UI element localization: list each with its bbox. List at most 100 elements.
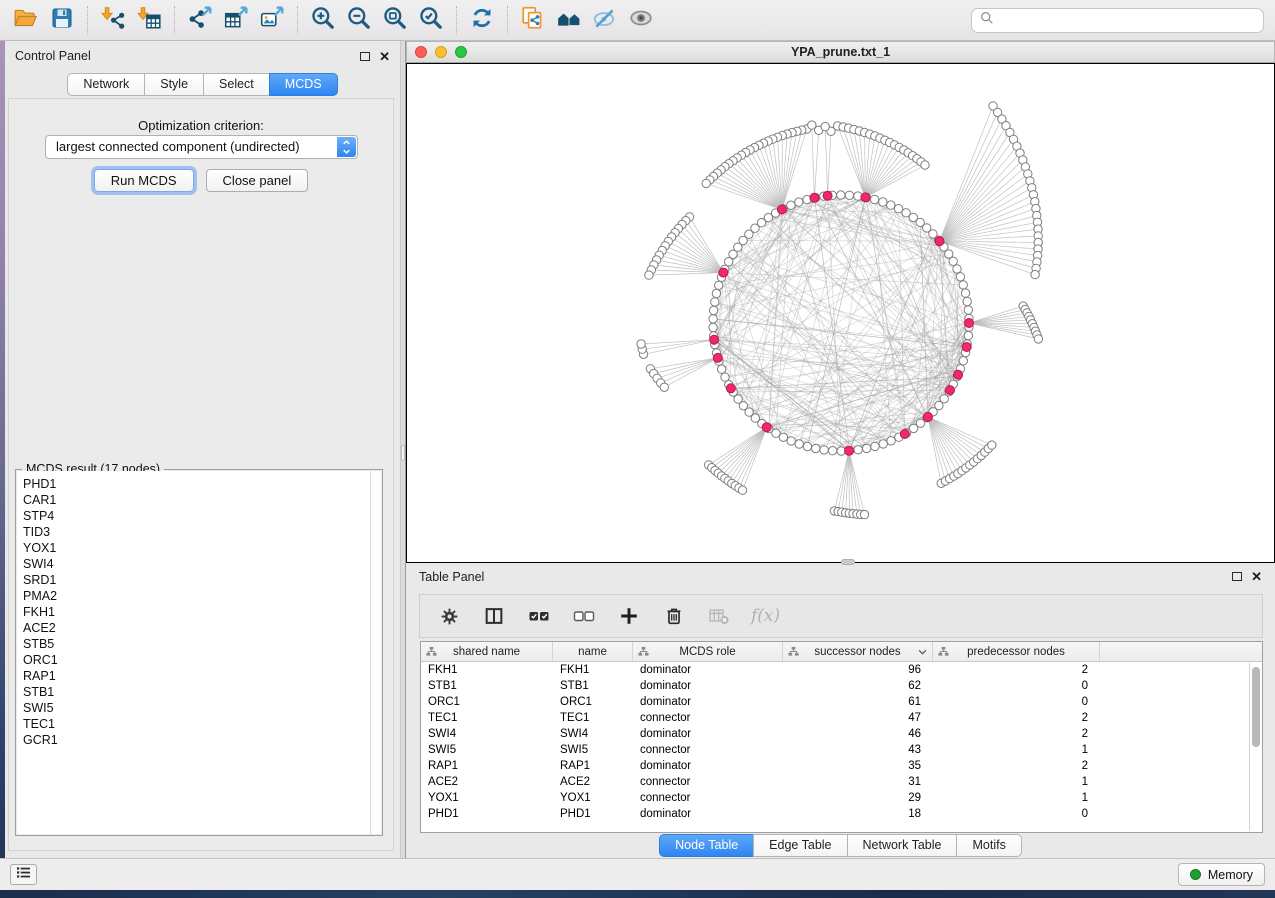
zoom-selected-button[interactable]: [413, 3, 449, 37]
delete-column-button[interactable]: [661, 603, 687, 629]
close-panel-button[interactable]: Close panel: [206, 169, 309, 192]
cytoscape-window: Control Panel ✕ Network Style Select MCD…: [0, 0, 1275, 898]
export-image-icon: [259, 5, 285, 36]
deselect-all-button[interactable]: [571, 603, 597, 629]
mcds-result-item[interactable]: RAP1: [23, 668, 381, 684]
refresh-button[interactable]: [464, 3, 500, 37]
save-session-button[interactable]: [44, 3, 80, 37]
mcds-result-item[interactable]: SRD1: [23, 572, 381, 588]
column-header-predecessor-nodes[interactable]: predecessor nodes: [933, 642, 1100, 661]
task-history-button[interactable]: [10, 864, 37, 885]
add-column-button[interactable]: [616, 603, 642, 629]
node-table-body: FKH1FKH1dominator962STB1STB1dominator620…: [421, 662, 1262, 822]
column-header-shared-name[interactable]: shared name: [421, 642, 553, 661]
table-toolbar: f(x): [419, 594, 1263, 638]
table-row[interactable]: ACE2ACE2connector311: [421, 774, 1262, 790]
table-row[interactable]: TEC1TEC1connector472: [421, 710, 1262, 726]
zoom-fit-button[interactable]: [377, 3, 413, 37]
float-panel-icon[interactable]: [1232, 572, 1242, 581]
table-row[interactable]: YOX1YOX1connector291: [421, 790, 1262, 806]
mcds-result-item[interactable]: SWI5: [23, 700, 381, 716]
mcds-result-item[interactable]: STP4: [23, 508, 381, 524]
mcds-result-item[interactable]: SWI4: [23, 556, 381, 572]
tab-mcds[interactable]: MCDS: [269, 73, 338, 96]
toolbar-separator: [297, 6, 298, 34]
column-header-name[interactable]: name: [553, 642, 633, 661]
criterion-dropdown[interactable]: largest connected component (undirected): [45, 135, 358, 159]
refresh-icon: [469, 5, 495, 36]
table-scrollbar[interactable]: [1249, 663, 1261, 831]
table-row[interactable]: STB1STB1dominator620: [421, 678, 1262, 694]
export-image-button[interactable]: [254, 3, 290, 37]
column-header-successor-nodes[interactable]: successor nodes: [783, 642, 933, 661]
delete-table-button-disabled: [706, 603, 732, 629]
run-mcds-button[interactable]: Run MCDS: [94, 169, 194, 192]
hide-selected-button[interactable]: [587, 3, 623, 37]
export-table-button[interactable]: [218, 3, 254, 37]
close-panel-icon[interactable]: ✕: [1251, 570, 1262, 583]
table-settings-button[interactable]: [436, 603, 462, 629]
panel-splitter-horizontal[interactable]: [841, 559, 855, 565]
tab-motifs[interactable]: Motifs: [956, 834, 1021, 857]
search-box[interactable]: [971, 8, 1264, 33]
float-panel-icon[interactable]: [360, 52, 370, 61]
mcds-result-item[interactable]: ACE2: [23, 620, 381, 636]
mcds-result-item[interactable]: PHD1: [23, 476, 381, 492]
main-toolbar: [0, 0, 1275, 41]
tab-edge-table[interactable]: Edge Table: [753, 834, 847, 857]
memory-button[interactable]: Memory: [1178, 863, 1265, 886]
tab-node-table[interactable]: Node Table: [659, 834, 754, 857]
mcds-result-item[interactable]: GCR1: [23, 732, 381, 748]
mcds-result-scrollbar[interactable]: [370, 471, 381, 834]
zoom-fit-icon: [382, 5, 408, 36]
table-row[interactable]: SWI4SWI4dominator462: [421, 726, 1262, 742]
splitter-grip[interactable]: [401, 445, 405, 461]
mcds-result-item[interactable]: YOX1: [23, 540, 381, 556]
mcds-result-item[interactable]: STB1: [23, 684, 381, 700]
mcds-result-group: MCDS result (17 nodes) PHD1CAR1STP4TID3Y…: [15, 469, 383, 836]
zoom-out-button[interactable]: [341, 3, 377, 37]
mcds-result-list[interactable]: PHD1CAR1STP4TID3YOX1SWI4SRD1PMA2FKH1ACE2…: [17, 471, 381, 834]
toolbar-separator: [456, 6, 457, 34]
select-all-button[interactable]: [526, 603, 552, 629]
criterion-selected-value: largest connected component (undirected): [56, 139, 300, 154]
clone-network-button[interactable]: [515, 3, 551, 37]
tab-network[interactable]: Network: [67, 73, 145, 96]
mcds-result-item[interactable]: TID3: [23, 524, 381, 540]
network-window-titlebar[interactable]: YPA_prune.txt_1: [406, 41, 1275, 63]
open-file-button[interactable]: [8, 3, 44, 37]
tab-select[interactable]: Select: [203, 73, 270, 96]
import-network-icon: [100, 5, 126, 36]
first-neighbors-button[interactable]: [551, 3, 587, 37]
table-row[interactable]: ORC1ORC1dominator610: [421, 694, 1262, 710]
mcds-result-item[interactable]: ORC1: [23, 652, 381, 668]
mcds-result-item[interactable]: STB5: [23, 636, 381, 652]
sort-descending-icon: [918, 649, 927, 655]
mcds-result-item[interactable]: PMA2: [23, 588, 381, 604]
table-row[interactable]: RAP1RAP1dominator352: [421, 758, 1262, 774]
mcds-result-item[interactable]: FKH1: [23, 604, 381, 620]
search-input[interactable]: [994, 10, 1263, 30]
column-header-mcds-role[interactable]: MCDS role: [633, 642, 783, 661]
tab-network-table[interactable]: Network Table: [847, 834, 958, 857]
zoom-in-button[interactable]: [305, 3, 341, 37]
import-table-button[interactable]: [131, 3, 167, 37]
table-scrollbar-thumb[interactable]: [1252, 667, 1260, 747]
show-columns-button[interactable]: [481, 603, 507, 629]
mcds-result-item[interactable]: TEC1: [23, 716, 381, 732]
export-network-button[interactable]: [182, 3, 218, 37]
show-all-button[interactable]: [623, 3, 659, 37]
search-icon: [980, 11, 994, 30]
table-row[interactable]: FKH1FKH1dominator962: [421, 662, 1262, 678]
table-row[interactable]: PHD1PHD1dominator180: [421, 806, 1262, 822]
control-panel: Control Panel ✕ Network Style Select MCD…: [5, 41, 400, 862]
close-panel-icon[interactable]: ✕: [379, 50, 390, 63]
network-canvas[interactable]: [406, 63, 1275, 563]
table-panel: Table Panel ✕ f(x) shared name name MCDS…: [406, 563, 1275, 858]
table-row[interactable]: SWI5SWI5connector431: [421, 742, 1262, 758]
show-all-eye-icon: [628, 5, 654, 36]
import-network-button[interactable]: [95, 3, 131, 37]
network-window-title: YPA_prune.txt_1: [407, 45, 1274, 59]
tab-style[interactable]: Style: [144, 73, 204, 96]
mcds-result-item[interactable]: CAR1: [23, 492, 381, 508]
